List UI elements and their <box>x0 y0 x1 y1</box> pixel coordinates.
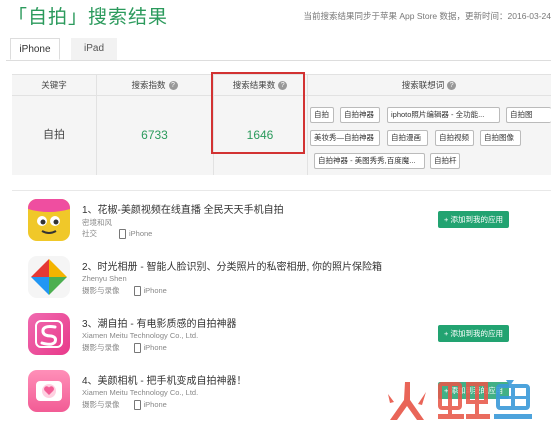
suggestion-tag[interactable]: 自拍图 <box>506 107 551 123</box>
app-name[interactable]: 4、美颜相机 - 把手机变成自拍神器！ <box>82 372 246 387</box>
app-category: 摄影与录像 <box>82 343 120 352</box>
highlight-box <box>211 72 305 154</box>
keyword-value: 自拍 <box>43 129 65 141</box>
tab-iphone[interactable]: iPhone <box>10 38 60 60</box>
device-tabs: iPhone iPad <box>6 38 551 61</box>
help-icon[interactable]: ? <box>168 81 178 91</box>
add-app-button[interactable]: + 添加到我的应用 <box>438 325 509 342</box>
app-name[interactable]: 3、潮自拍 - 有电影质感的自拍神器 <box>82 315 236 330</box>
suggestion-tag[interactable]: 自拍图像 <box>480 130 521 146</box>
app-developer: Zhenyu Shen <box>82 274 127 283</box>
app-developer: 密境和风 <box>82 218 112 227</box>
app-category: 摄影与录像 <box>82 286 120 295</box>
divider <box>307 75 308 175</box>
header-search-index: 搜索指数? <box>96 75 213 95</box>
suggestion-tag[interactable]: 自拍视频 <box>435 130 474 146</box>
phone-icon <box>133 400 141 411</box>
app-category: 社交 <box>82 229 97 238</box>
suggestion-tag[interactable]: 美妆秀—自拍神器 <box>310 130 380 146</box>
page-title: 「自拍」搜索结果 <box>8 7 169 28</box>
search-index-value: 6733 <box>141 128 168 142</box>
suggestion-tag[interactable]: 自拍神器 - 美图秀秀,百度魔... <box>314 153 425 169</box>
app-meta: 摄影与录像 iPhone <box>82 399 167 411</box>
app-meta: 摄影与录像 iPhone <box>82 342 167 354</box>
app-device: iPhone <box>143 343 167 352</box>
phone-icon <box>119 229 126 240</box>
help-icon[interactable]: ? <box>447 81 457 91</box>
suggestion-tag[interactable]: 自拍 <box>310 107 334 123</box>
suggestion-tag[interactable]: 自拍杆 <box>430 153 460 169</box>
app-icon[interactable] <box>28 370 70 412</box>
app-icon[interactable] <box>28 256 70 298</box>
app-meta: 社交 iPhone <box>82 228 153 240</box>
list-item[interactable]: 3、潮自拍 - 有电影质感的自拍神器 Xiamen Meitu Technolo… <box>28 313 551 363</box>
suggestion-tag[interactable]: 自拍漫画 <box>387 130 428 146</box>
app-name[interactable]: 1、花椒-美颜视频在线直播 全民天天手机自拍 <box>82 201 284 216</box>
app-meta: 摄影与录像 iPhone <box>82 285 167 297</box>
add-app-button[interactable]: + 添加到我的应用 <box>438 211 509 228</box>
suggestion-tag[interactable]: 自拍神器 <box>340 107 380 123</box>
tab-ipad[interactable]: iPad <box>71 38 117 60</box>
suggestion-tag[interactable]: iphoto照片编辑器 - 全功能... <box>387 107 500 123</box>
header-suggestions: 搜索联想词? <box>307 75 551 95</box>
app-category: 摄影与录像 <box>82 400 120 409</box>
header-keyword: 关键字 <box>41 80 67 90</box>
divider <box>12 190 551 191</box>
app-icon[interactable] <box>28 199 70 241</box>
app-icon[interactable] <box>28 313 70 355</box>
app-device: iPhone <box>143 286 167 295</box>
app-name[interactable]: 2、时光相册 - 智能人脸识别、分类照片的私密相册, 你的照片保险箱 <box>82 258 382 273</box>
app-device: iPhone <box>143 400 167 409</box>
list-item[interactable]: 2、时光相册 - 智能人脸识别、分类照片的私密相册, 你的照片保险箱 Zheny… <box>28 256 551 306</box>
watermark-logo <box>382 376 542 424</box>
phone-icon <box>133 286 141 297</box>
app-developer: Xiamen Meitu Technology Co., Ltd. <box>82 331 199 340</box>
app-developer: Xiamen Meitu Technology Co., Ltd. <box>82 388 199 397</box>
list-item[interactable]: 1、花椒-美颜视频在线直播 全民天天手机自拍 密境和风 社交 iPhone + 添… <box>28 199 551 249</box>
update-note: 当前搜索结果同步于苹果 App Store 数据，更新时间：2016-03-24 <box>303 11 551 21</box>
phone-icon <box>133 343 141 354</box>
app-device: iPhone <box>129 229 153 238</box>
